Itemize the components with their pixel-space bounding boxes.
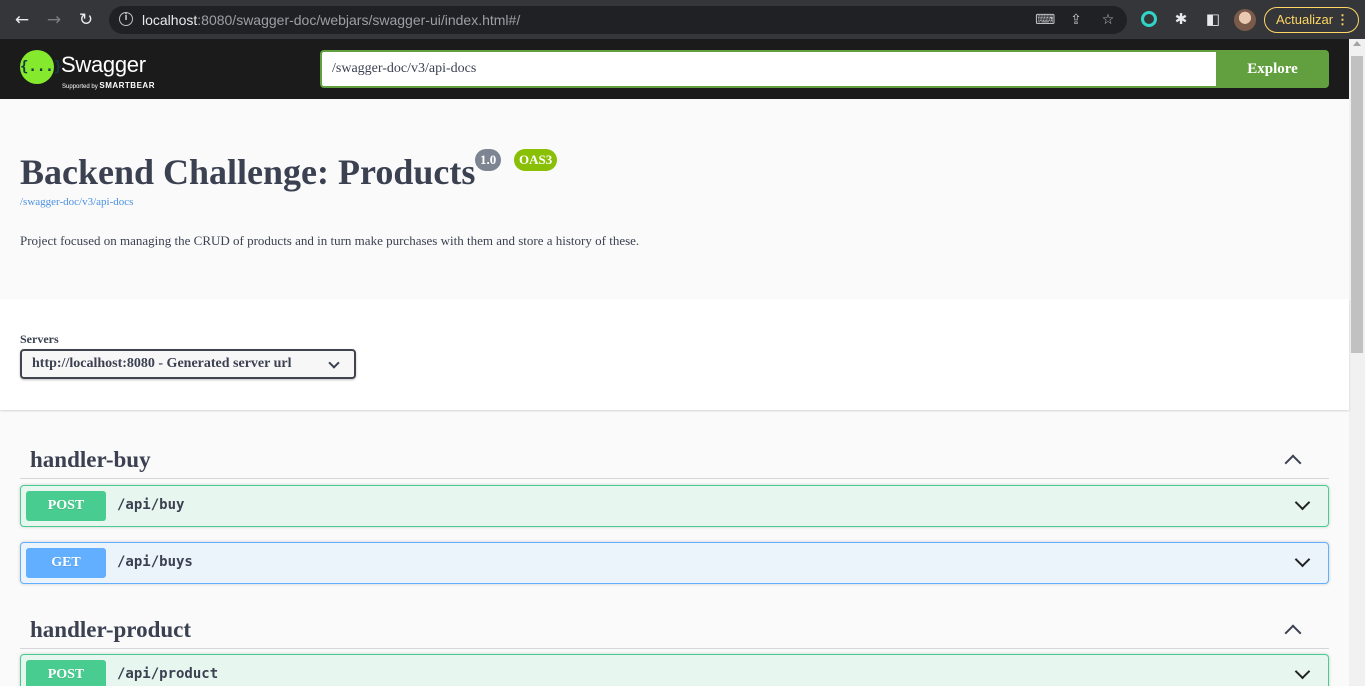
api-description: Project focused on managing the CRUD of …: [20, 233, 640, 248]
update-button[interactable]: Actualizar ⋮: [1264, 7, 1359, 33]
servers-select[interactable]: http://localhost:8080 - Generated server…: [20, 349, 356, 379]
api-info: Backend Challenge: Products 1.0 OAS3 /sw…: [0, 99, 1349, 299]
chevron-up-icon[interactable]: [1284, 624, 1302, 642]
tagline-prefix: Supported by: [62, 84, 100, 90]
forward-arrow-icon[interactable]: →: [42, 8, 66, 32]
tag-header-handler-buy[interactable]: handler-buy: [20, 429, 1329, 479]
operation-post-api-buy[interactable]: POST /api/buy: [20, 485, 1329, 527]
swagger-topbar: {...} Swagger Supported by SMARTBEAR Exp…: [0, 39, 1349, 99]
swagger-logo-text[interactable]: Swagger: [61, 52, 146, 78]
operation-path: /api/buy: [117, 497, 185, 513]
share-icon[interactable]: ⇪: [1067, 11, 1085, 29]
browser-toolbar: ← → ↻ i localhost:8080/swagger-doc/webja…: [0, 0, 1365, 39]
explore-button[interactable]: Explore: [1216, 50, 1329, 88]
swagger-logo-icon[interactable]: {...}: [20, 50, 62, 84]
update-label: Actualizar: [1276, 12, 1334, 27]
spec-url-input[interactable]: [320, 50, 1217, 88]
extensions-puzzle-icon[interactable]: ✱: [1171, 9, 1191, 29]
scroll-up-arrow-icon[interactable]: [1353, 41, 1361, 46]
oas-badge: OAS3: [514, 149, 558, 171]
version-badge: 1.0: [475, 149, 502, 171]
tag-name: handler-product: [30, 617, 192, 642]
scroll-thumb[interactable]: [1351, 56, 1363, 353]
url-path: :8080/swagger-doc/webjars/swagger-ui/ind…: [197, 12, 521, 28]
chevron-up-icon[interactable]: [1284, 454, 1302, 472]
url-host: localhost: [142, 12, 198, 28]
chevron-down-icon[interactable]: [1294, 494, 1311, 511]
chevron-down-icon[interactable]: [1294, 663, 1311, 680]
method-badge: GET: [26, 548, 106, 578]
operation-path: /api/buys: [117, 554, 193, 570]
translate-icon[interactable]: ⌨: [1035, 11, 1055, 29]
smartbear-tagline: Supported by SMARTBEAR: [62, 81, 155, 90]
api-title: Backend Challenge: Products: [20, 152, 476, 192]
tagline-brand: SMARTBEAR: [99, 81, 155, 90]
address-url[interactable]: localhost:8080/swagger-doc/webjars/swagg…: [142, 12, 520, 28]
site-info-icon[interactable]: i: [119, 12, 133, 26]
tag-name: handler-buy: [30, 447, 151, 472]
servers-label: Servers: [20, 332, 59, 346]
profile-avatar[interactable]: [1234, 9, 1256, 31]
bookmark-star-icon[interactable]: ☆: [1099, 11, 1117, 29]
side-panel-icon[interactable]: ◧: [1203, 9, 1223, 29]
reload-icon[interactable]: ↻: [74, 8, 98, 32]
operation-get-api-buys[interactable]: GET /api/buys: [20, 542, 1329, 584]
method-badge: POST: [26, 660, 106, 686]
address-bar[interactable]: i localhost:8080/swagger-doc/webjars/swa…: [109, 6, 1127, 34]
operation-post-api-product[interactable]: POST /api/product: [20, 654, 1329, 686]
more-menu-icon[interactable]: ⋮: [1336, 8, 1349, 32]
servers-selected-value: http://localhost:8080 - Generated server…: [32, 356, 292, 371]
spec-link[interactable]: /swagger-doc/v3/api-docs: [20, 196, 133, 208]
extension-circle-icon[interactable]: [1141, 11, 1157, 27]
tag-header-handler-product[interactable]: handler-product: [20, 599, 1329, 649]
back-arrow-icon[interactable]: ←: [10, 8, 34, 32]
operation-path: /api/product: [117, 666, 219, 682]
chevron-down-icon[interactable]: [1294, 551, 1311, 568]
chevron-down-icon: [328, 357, 340, 369]
page-scrollbar[interactable]: [1349, 39, 1365, 686]
method-badge: POST: [26, 491, 106, 521]
servers-section: Servers http://localhost:8080 - Generate…: [0, 299, 1349, 410]
